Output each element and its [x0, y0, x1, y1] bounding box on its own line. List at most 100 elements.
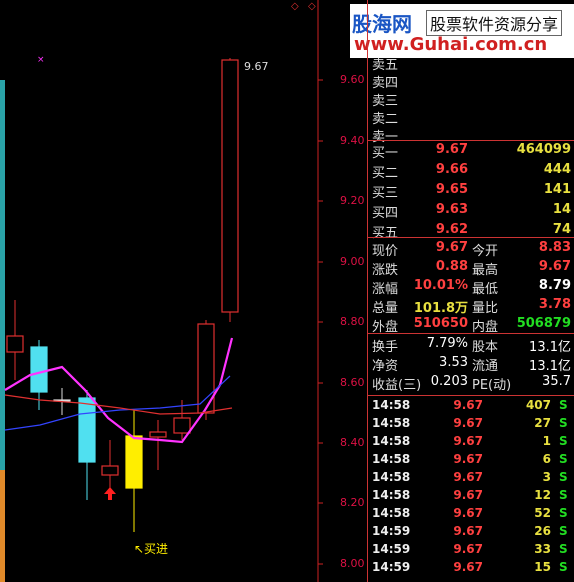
buy-arrow-icon — [104, 487, 116, 500]
trade-row: 14:59 9.67 33 S — [368, 542, 574, 560]
trade-time: 14:58 — [372, 452, 411, 466]
buy-level-row[interactable]: 买二 9.66 444 — [368, 162, 574, 181]
trade-row: 14:58 9.67 1 S — [368, 434, 574, 452]
trade-price: 9.67 — [453, 416, 483, 430]
quote-label: 涨幅 — [372, 282, 399, 297]
divider — [368, 333, 574, 334]
y-axis-label: 9.00 — [340, 255, 365, 268]
sell-level-row[interactable]: 卖二 — [368, 108, 574, 127]
trade-row: 14:58 9.67 27 S — [368, 416, 574, 434]
trade-volume: 15 — [534, 560, 551, 574]
sell-level-label: 卖五 — [372, 58, 399, 73]
buy-level-volume: 444 — [543, 162, 571, 177]
trade-side: S — [559, 488, 568, 502]
y-axis-label: 8.80 — [340, 315, 365, 328]
fundamental-label: 净资 — [372, 359, 399, 374]
quote-label: 总量 — [372, 301, 399, 316]
trade-volume: 12 — [534, 488, 551, 502]
trade-row: 14:59 9.67 26 S — [368, 524, 574, 542]
fundamental-label: 流通 — [472, 359, 499, 374]
y-axis-label: 8.20 — [340, 496, 365, 509]
y-axis-label: 8.60 — [340, 376, 365, 389]
buy-level-price: 9.63 — [435, 202, 468, 217]
fundamental-row: 净资 3.53 流通 13.1亿 — [368, 355, 574, 374]
kline-chart-svg[interactable]: ◇ ◇ × — [0, 0, 366, 582]
quote-row: 现价 9.67 今开 8.83 — [368, 240, 574, 259]
kline-chart[interactable]: ◇ ◇ × 9.67 ↖买进 9.60 9.40 9.20 9.00 8.80 8.60 8… — [0, 0, 366, 582]
candle-body — [101, 465, 119, 476]
trade-side: S — [559, 416, 568, 430]
candle-body — [78, 397, 96, 463]
candle-body — [149, 431, 167, 438]
quote-row: 涨幅 10.01% 最低 8.79 — [368, 278, 574, 297]
trade-side: S — [559, 524, 568, 538]
buy-level-volume: 14 — [552, 202, 571, 217]
trade-row: 14:58 9.67 12 S — [368, 488, 574, 506]
sell-level-label: 卖三 — [372, 94, 399, 109]
quote-value: 8.79 — [538, 278, 571, 293]
fundamental-value: 13.1亿 — [529, 340, 571, 355]
buy-level-price: 9.66 — [435, 162, 468, 177]
candle-body — [125, 435, 143, 489]
trade-price: 9.67 — [453, 452, 483, 466]
quote-panel: 卖五 卖四 卖三 卖二 卖一 买一 9.67 464099 买二 9.66 444 买三 9.65 141… — [367, 0, 574, 582]
buy-level-label: 买四 — [372, 206, 399, 221]
quote-label: 涨跌 — [372, 263, 399, 278]
buy-level-row[interactable]: 买四 9.63 14 — [368, 202, 574, 221]
y-axis-label: 8.00 — [340, 557, 365, 570]
buy-level-row[interactable]: 买三 9.65 141 — [368, 182, 574, 201]
quote-value: 506879 — [516, 316, 571, 331]
buy-level-volume: 141 — [543, 182, 571, 197]
trade-volume: 3 — [542, 470, 551, 484]
y-axis-label: 9.40 — [340, 134, 365, 147]
buy-level-volume: 464099 — [516, 142, 571, 157]
trade-time: 14:58 — [372, 416, 411, 430]
buy-level-label: 买三 — [372, 186, 399, 201]
buy-level-price: 9.67 — [435, 142, 468, 157]
trade-price: 9.67 — [453, 542, 483, 556]
trade-time: 14:58 — [372, 470, 411, 484]
fundamental-label: 换手 — [372, 340, 399, 355]
quote-value: 8.83 — [538, 240, 571, 255]
trade-side: S — [559, 506, 568, 520]
fundamental-row: 换手 7.79% 股本 13.1亿 — [368, 336, 574, 355]
trade-side: S — [559, 542, 568, 556]
quote-row: 总量 101.8万 量比 3.78 — [368, 297, 574, 316]
y-axis-label: 9.60 — [340, 73, 365, 86]
trade-volume: 6 — [542, 452, 551, 466]
quote-value: 9.67 — [538, 259, 571, 274]
trade-time: 14:58 — [372, 434, 411, 448]
candle-body — [173, 417, 191, 434]
high-price-annotation: 9.67 — [244, 60, 269, 73]
trade-price: 9.67 — [453, 506, 483, 520]
divider — [368, 237, 574, 238]
y-axis-label: 8.40 — [340, 436, 365, 449]
sell-level-row[interactable]: 卖三 — [368, 90, 574, 109]
trade-time: 14:59 — [372, 524, 411, 538]
buy-level-price: 9.65 — [435, 182, 468, 197]
divider — [368, 395, 574, 396]
trade-price: 9.67 — [453, 488, 483, 502]
trade-volume: 33 — [534, 542, 551, 556]
sell-level-row[interactable]: 卖五 — [368, 54, 574, 73]
quote-row: 涨跌 0.88 最高 9.67 — [368, 259, 574, 278]
buy-level-label: 买五 — [372, 226, 399, 241]
quote-label: 最高 — [472, 263, 499, 278]
fundamental-value: 3.53 — [439, 355, 468, 370]
trade-time: 14:58 — [372, 506, 411, 520]
trade-volume: 407 — [525, 398, 551, 412]
quote-value: 3.78 — [538, 297, 571, 312]
buy-signal-label: ↖买进 — [134, 542, 169, 556]
trade-side: S — [559, 398, 568, 412]
sell-level-row[interactable]: 卖四 — [368, 72, 574, 91]
buy-level-row[interactable]: 买一 9.67 464099 — [368, 142, 574, 161]
fundamental-value: 35.7 — [542, 374, 571, 389]
left-scroll-strip-lower — [0, 470, 5, 582]
fundamental-value: 0.203 — [430, 374, 468, 389]
buy-level-volume: 74 — [552, 222, 571, 237]
quote-label: 量比 — [472, 301, 499, 316]
diamond-icon: ◇ — [308, 1, 316, 12]
trade-volume: 52 — [534, 506, 551, 520]
divider — [368, 140, 574, 141]
candle-body — [30, 346, 48, 393]
